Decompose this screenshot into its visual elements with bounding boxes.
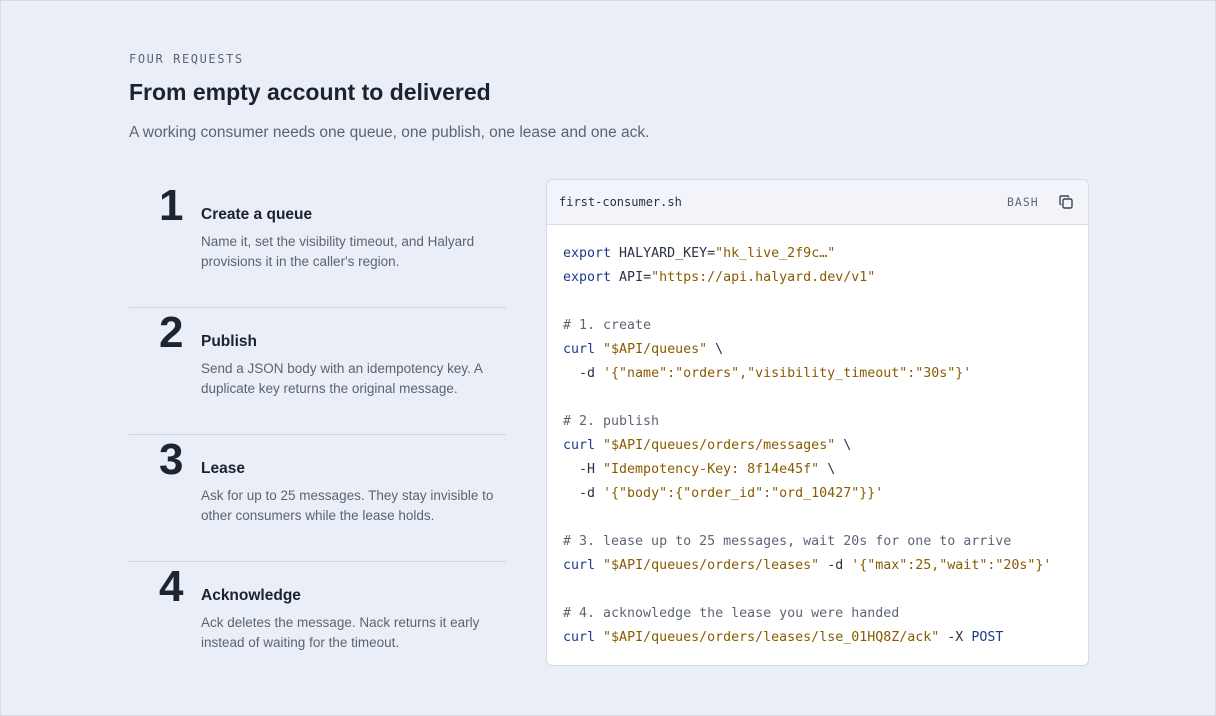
code-line: -d '{"body":{"order_id":"ord_10427"}}' xyxy=(563,482,1051,506)
code-comment: # 1. create xyxy=(563,318,652,333)
code-string: "$API/queues/orders/leases/lse_01HQ8Z/ac… xyxy=(603,630,940,645)
code-text: \ xyxy=(819,462,836,477)
step-description: Ack deletes the message. Nack returns it… xyxy=(201,615,480,650)
code-line: -H "Idempotency-Key: 8f14e45f" \ xyxy=(563,458,1051,482)
code-string: "$API/queues/orders/messages" xyxy=(603,438,836,453)
code-filename: first-consumer.sh xyxy=(559,195,682,209)
code-text: \ xyxy=(707,342,724,357)
step-description: Ask for up to 25 messages. They stay inv… xyxy=(201,488,494,523)
code-keyword: POST xyxy=(971,630,1004,645)
code-line: -d '{"name":"orders","visibility_timeout… xyxy=(563,362,1051,386)
code-string: "hk_live_2f9c…" xyxy=(715,246,836,261)
code-header: first-consumer.sh BASH xyxy=(547,180,1088,225)
step-item: 4 Acknowledge Ack deletes the message. N… xyxy=(129,562,506,688)
step-item: 2 Publish Send a JSON body with an idemp… xyxy=(129,308,506,435)
code-block: first-consumer.sh BASH export HALYARD_KE… xyxy=(546,179,1089,666)
page-title: From empty account to delivered xyxy=(129,79,491,105)
code-text: \ xyxy=(835,438,852,453)
code-text: -X xyxy=(939,630,972,645)
code-string: '{"name":"orders","visibility_timeout":"… xyxy=(603,366,972,381)
page-subtitle: A working consumer needs one queue, one … xyxy=(129,124,650,141)
code-text: -H xyxy=(563,462,604,477)
code-content: export HALYARD_KEY="hk_live_2f9c…" export… xyxy=(563,242,1051,650)
code-text: -d xyxy=(819,558,852,573)
step-number: 4 xyxy=(159,562,184,611)
step-number: 2 xyxy=(159,308,184,357)
code-string: "$API/queues" xyxy=(603,342,708,357)
step-number: 3 xyxy=(159,435,184,484)
copy-icon xyxy=(1059,195,1073,209)
step-description: Name it, set the visibility timeout, and… xyxy=(201,234,475,269)
code-text: -d xyxy=(563,366,604,381)
code-line: export HALYARD_KEY="hk_live_2f9c…" xyxy=(563,242,1051,266)
code-string: "$API/queues/orders/leases" xyxy=(603,558,820,573)
code-string: "Idempotency-Key: 8f14e45f" xyxy=(603,462,820,477)
step-number: 1 xyxy=(159,181,184,230)
code-keyword: export xyxy=(563,246,612,261)
page-frame: FOUR REQUESTS From empty account to deli… xyxy=(0,0,1216,716)
code-line: # 3. lease up to 25 messages, wait 20s f… xyxy=(563,530,1051,554)
eyebrow-label: FOUR REQUESTS xyxy=(129,52,244,66)
code-keyword: curl xyxy=(563,342,596,357)
code-keyword: curl xyxy=(563,558,596,573)
code-line: # 4. acknowledge the lease you were hand… xyxy=(563,602,1051,626)
code-comment: # 4. acknowledge the lease you were hand… xyxy=(563,606,900,621)
code-string: '{"max":25,"wait":"20s"}' xyxy=(851,558,1052,573)
code-language-label: BASH xyxy=(1007,195,1039,209)
code-line: # 2. publish xyxy=(563,410,1051,434)
code-string: '{"body":{"order_id":"ord_10427"}}' xyxy=(603,486,884,501)
copy-button[interactable] xyxy=(1055,191,1077,213)
code-line: curl "$API/queues/orders/leases/lse_01HQ… xyxy=(563,626,1051,650)
code-line: curl "$API/queues" \ xyxy=(563,338,1051,362)
step-title: Create a queue xyxy=(201,206,313,223)
step-title: Acknowledge xyxy=(201,587,301,604)
code-line: export API="https://api.halyard.dev/v1" xyxy=(563,266,1051,290)
code-line: curl "$API/queues/orders/messages" \ xyxy=(563,434,1051,458)
code-comment: # 3. lease up to 25 messages, wait 20s f… xyxy=(563,534,1012,549)
step-item: 1 Create a queue Name it, set the visibi… xyxy=(129,181,506,308)
code-text: API= xyxy=(611,270,652,285)
code-text: HALYARD_KEY= xyxy=(611,246,716,261)
code-text: -d xyxy=(563,486,604,501)
step-title: Lease xyxy=(201,460,245,477)
code-line: curl "$API/queues/orders/leases" -d '{"m… xyxy=(563,554,1051,578)
code-comment: # 2. publish xyxy=(563,414,660,429)
code-string: "https://api.halyard.dev/v1" xyxy=(651,270,876,285)
step-item: 3 Lease Ask for up to 25 messages. They … xyxy=(129,435,506,562)
step-description: Send a JSON body with an idempotency key… xyxy=(201,361,483,396)
step-title: Publish xyxy=(201,333,257,350)
code-line: # 1. create xyxy=(563,314,1051,338)
code-keyword: curl xyxy=(563,438,596,453)
steps-list: 1 Create a queue Name it, set the visibi… xyxy=(129,181,506,688)
code-keyword: curl xyxy=(563,630,596,645)
code-keyword: export xyxy=(563,270,612,285)
